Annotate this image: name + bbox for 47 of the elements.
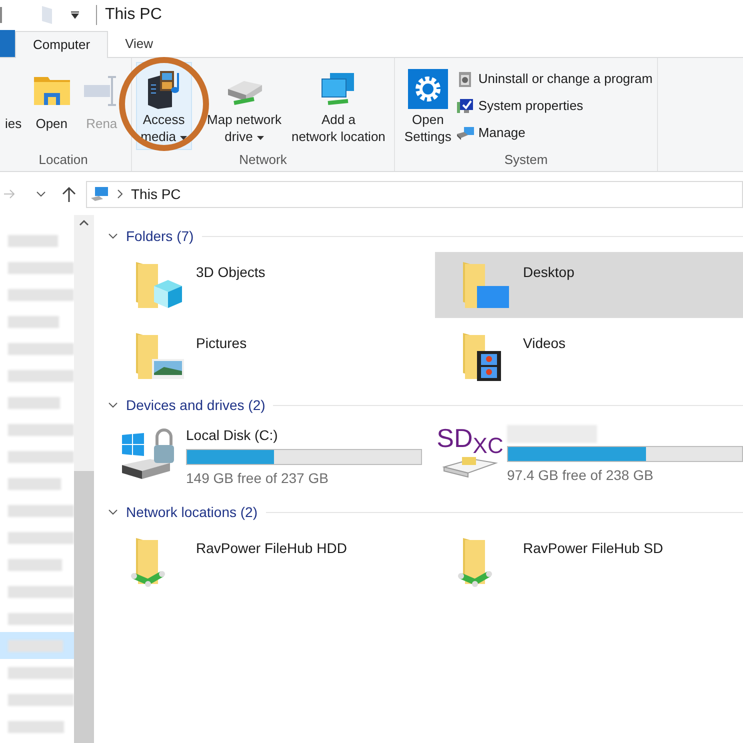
section-header[interactable]: Devices and drives (2) <box>126 394 266 416</box>
ribbon-command[interactable]: Uninstall or change a program <box>456 68 653 90</box>
drive-item[interactable]: SD$_{XC}$ 97.4 GB free of 238 GB <box>435 421 743 501</box>
ribbon-command[interactable]: Manage <box>456 122 653 144</box>
scrollbar[interactable] <box>74 215 94 743</box>
drive-item[interactable]: Local Disk (C:) 149 GB free of 237 GB <box>108 421 435 501</box>
folder-item[interactable]: RavPower FileHub SD <box>435 528 743 594</box>
computer-icon <box>91 186 109 202</box>
address-bar[interactable]: This PC <box>86 180 743 208</box>
ribbon-button[interactable]: Map network drive <box>202 62 286 150</box>
recent-caret-icon[interactable] <box>36 191 46 197</box>
folder-item[interactable]: 3D Objects <box>108 252 435 318</box>
ribbon-command[interactable]: System properties <box>456 95 653 117</box>
up-arrow-icon[interactable] <box>62 186 76 202</box>
ribbon-button[interactable]: Open Settings <box>399 62 456 150</box>
folder-item[interactable]: Desktop <box>435 252 743 318</box>
group-label: Location <box>38 151 89 169</box>
ribbon-button[interactable]: Open <box>26 62 77 150</box>
ribbon-button[interactable]: ies <box>0 62 27 150</box>
sdxc-logo: SD$_{XC}$ <box>436 425 504 453</box>
section-header[interactable]: Network locations (2) <box>126 502 258 522</box>
folder-icon <box>42 6 54 24</box>
collapse-chevron-icon[interactable] <box>108 509 118 515</box>
settings-icon <box>408 69 448 109</box>
ribbon-tab[interactable]: View <box>108 30 170 57</box>
caret-icon <box>180 136 188 140</box>
collapse-chevron-icon[interactable] <box>108 233 118 239</box>
folder-item[interactable]: Videos <box>435 323 743 389</box>
ribbon-tab[interactable]: Computer <box>15 31 108 58</box>
chevron-right-icon <box>117 189 123 199</box>
window-title: This PC <box>105 5 162 25</box>
address-path: This PC <box>131 184 181 204</box>
file-tab[interactable] <box>0 30 15 57</box>
folder-item[interactable]: RavPower FileHub HDD <box>108 528 435 594</box>
group-label: System <box>503 151 549 169</box>
section-header[interactable]: Folders (7) <box>126 226 194 246</box>
forward-arrow-icon[interactable] <box>4 188 16 200</box>
collapse-chevron-icon[interactable] <box>108 402 118 408</box>
group-label: Network <box>238 151 288 169</box>
customize-caret-icon[interactable] <box>70 11 80 19</box>
computer-management-icon <box>456 124 474 142</box>
sidebar-item[interactable] <box>0 632 74 659</box>
folder-item[interactable]: Pictures <box>108 323 435 389</box>
monitor-check-icon <box>456 97 474 115</box>
ribbon-button[interactable]: Add a network location <box>286 62 390 150</box>
caret-icon <box>256 136 264 140</box>
scroll-thumb[interactable] <box>74 471 94 743</box>
